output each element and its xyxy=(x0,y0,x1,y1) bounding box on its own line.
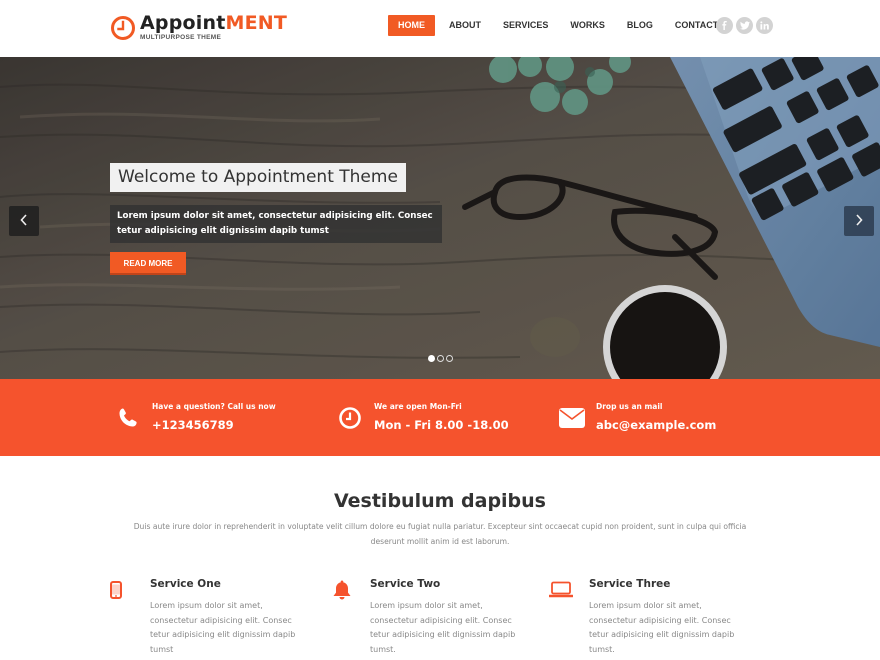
slider-dot-2[interactable] xyxy=(437,355,444,362)
hero-description: Lorem ipsum dolor sit amet, consectetur … xyxy=(110,205,442,243)
slider-dot-3[interactable] xyxy=(446,355,453,362)
laptop-icon xyxy=(549,578,573,602)
facebook-link[interactable] xyxy=(716,17,733,34)
contact-hours: We are open Mon-Fri Mon - Fri 8.00 -18.0… xyxy=(336,379,509,456)
twitter-icon xyxy=(739,21,750,30)
mobile-phone-icon xyxy=(104,578,128,602)
slider-indicators xyxy=(428,355,453,362)
logo-tagline: MULTIPURPOSE THEME xyxy=(140,34,222,42)
service-item: Service Three Lorem ipsum dolor sit amet… xyxy=(549,576,769,660)
site-header: AppointMENT MULTIPURPOSE THEME HOME ABOU… xyxy=(0,0,880,57)
service-title: Service One xyxy=(150,578,221,590)
linkedin-icon xyxy=(760,21,769,30)
nav-item-services[interactable]: SERVICES xyxy=(493,15,558,36)
site-logo[interactable]: AppointMENT MULTIPURPOSE THEME xyxy=(110,11,287,45)
chevron-right-icon xyxy=(854,212,864,231)
hero-slider: Welcome to Appointment Theme Lorem ipsum… xyxy=(0,57,880,379)
service-text: Lorem ipsum dolor sit amet, consectetur … xyxy=(150,601,296,654)
contact-phone-label: Have a question? Call us now xyxy=(152,402,276,411)
clock-icon xyxy=(110,15,136,41)
service-title: Service Three xyxy=(589,578,671,590)
service-title: Service Two xyxy=(370,578,441,590)
contact-phone: Have a question? Call us now +123456789 xyxy=(114,379,276,456)
main-nav: HOME ABOUT SERVICES WORKS BLOG CONTACT xyxy=(388,15,730,36)
nav-item-about[interactable]: ABOUT xyxy=(439,15,491,36)
envelope-icon xyxy=(558,404,586,432)
nav-item-blog[interactable]: BLOG xyxy=(617,15,663,36)
bell-icon xyxy=(330,578,354,602)
contact-info-strip: Have a question? Call us now +123456789 … xyxy=(0,379,880,456)
slider-prev-button[interactable] xyxy=(9,206,39,236)
contact-hours-label: We are open Mon-Fri xyxy=(374,402,462,411)
contact-hours-value: Mon - Fri 8.00 -18.00 xyxy=(374,418,509,432)
nav-item-works[interactable]: WORKS xyxy=(560,15,615,36)
chevron-left-icon xyxy=(19,212,29,231)
service-text: Lorem ipsum dolor sit amet, consectetur … xyxy=(589,601,735,654)
contact-email-value[interactable]: abc@example.com xyxy=(596,417,716,433)
slider-next-button[interactable] xyxy=(844,206,874,236)
contact-email: Drop us an mail abc@example.com xyxy=(558,379,716,456)
logo-name: AppointMENT xyxy=(140,12,288,35)
phone-icon xyxy=(114,404,142,432)
service-item: Service Two Lorem ipsum dolor sit amet, … xyxy=(330,576,550,660)
facebook-icon xyxy=(720,21,729,30)
slider-dot-1[interactable] xyxy=(428,355,435,362)
linkedin-link[interactable] xyxy=(756,17,773,34)
clock-icon xyxy=(336,404,364,432)
twitter-link[interactable] xyxy=(736,17,753,34)
services-section-title: Vestibulum dapibus xyxy=(333,490,546,512)
services-section-description: Duis aute irure dolor in reprehenderit i… xyxy=(133,522,747,546)
read-more-button[interactable]: READ MORE xyxy=(110,252,186,275)
hero-title: Welcome to Appointment Theme xyxy=(110,163,406,192)
contact-phone-value[interactable]: +123456789 xyxy=(152,417,276,433)
service-item: Service One Lorem ipsum dolor sit amet, … xyxy=(110,576,330,660)
nav-item-home[interactable]: HOME xyxy=(388,15,435,36)
service-text: Lorem ipsum dolor sit amet, consectetur … xyxy=(370,601,516,654)
social-links xyxy=(716,17,773,34)
contact-email-label: Drop us an mail xyxy=(596,402,663,411)
